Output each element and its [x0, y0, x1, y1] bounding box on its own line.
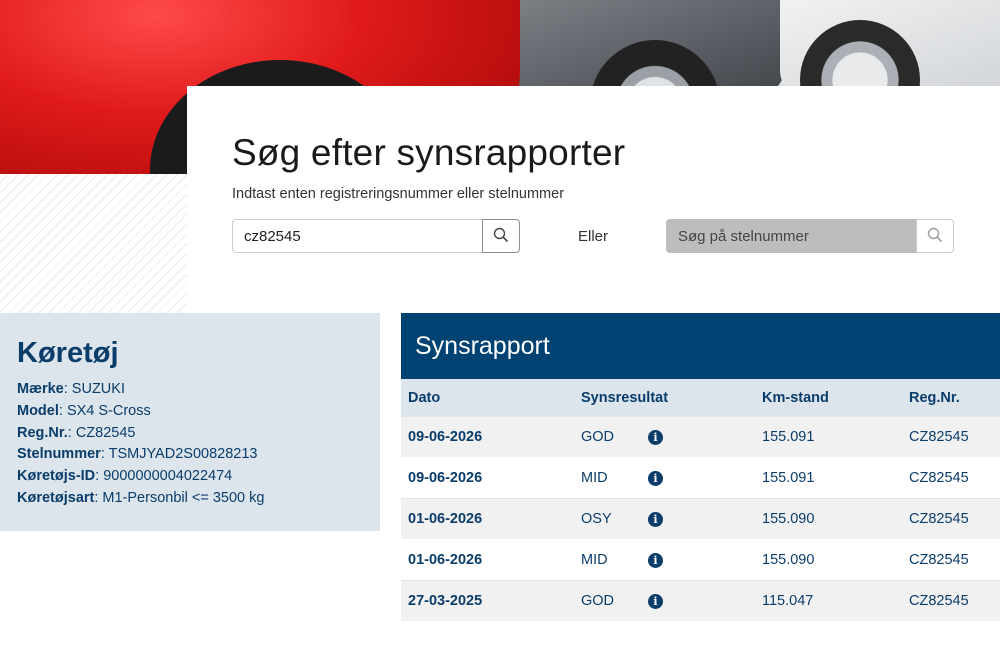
table-header-row: Dato Synsresultat Km-stand Reg.Nr.: [401, 379, 1000, 417]
result-value: MID: [581, 470, 608, 486]
cell-result: MID i: [581, 539, 762, 581]
vehicle-field-vin: Stelnummer: TSMJYAD2S00828213: [17, 444, 264, 466]
result-value: OSY: [581, 511, 612, 527]
info-icon[interactable]: i: [648, 470, 663, 486]
field-value: : 9000000004022474: [95, 468, 233, 485]
cell-reg: CZ82545: [909, 457, 1000, 499]
registration-number-input[interactable]: [232, 219, 482, 253]
table-row[interactable]: 27-03-2025 GOD i 115.047 CZ82545: [401, 580, 1000, 622]
field-label: Reg.Nr.: [17, 424, 68, 441]
report-table: Dato Synsresultat Km-stand Reg.Nr. 09-06…: [401, 379, 1000, 622]
cell-reg: CZ82545: [909, 498, 1000, 540]
search-icon: [927, 227, 943, 246]
cell-km: 155.090: [762, 539, 909, 581]
cell-km: 155.091: [762, 457, 909, 499]
table-row[interactable]: 01-06-2026 MID i 155.090 CZ82545: [401, 539, 1000, 581]
search-instructions: Indtast enten registreringsnummer eller …: [232, 186, 565, 202]
cell-km: 155.090: [762, 498, 909, 540]
or-label: Eller: [578, 228, 609, 245]
vehicle-field-make: Mærke: SUZUKI: [17, 379, 264, 401]
vin-search-button[interactable]: [916, 219, 954, 253]
column-header-km: Km-stand: [762, 379, 909, 417]
field-value: : M1-Personbil <= 3500 kg: [94, 489, 265, 506]
info-icon[interactable]: i: [648, 552, 663, 568]
cell-result: GOD i: [581, 580, 762, 622]
field-label: Model: [17, 402, 59, 419]
vehicle-panel: Køretøj Mærke: SUZUKI Model: SX4 S-Cross…: [0, 313, 380, 531]
table-row[interactable]: 01-06-2026 OSY i 155.090 CZ82545: [401, 498, 1000, 540]
cell-date: 01-06-2026: [401, 539, 581, 581]
field-label: Køretøjsart: [17, 489, 95, 506]
cell-reg: CZ82545: [909, 417, 1000, 458]
result-value: MID: [581, 552, 608, 568]
field-label: Køretøjs-ID: [17, 468, 96, 485]
result-value: GOD: [581, 429, 615, 445]
field-value: : TSMJYAD2S00828213: [100, 446, 258, 463]
vehicle-field-id: Køretøjs-ID: 9000000004022474: [17, 466, 264, 488]
report-heading: Synsrapport: [401, 313, 1000, 379]
info-icon[interactable]: i: [648, 511, 663, 527]
vehicle-heading: Køretøj: [17, 337, 119, 369]
cell-km: 155.091: [762, 417, 909, 458]
result-value: GOD: [581, 593, 615, 609]
info-icon[interactable]: i: [648, 429, 663, 445]
search-icon: [493, 227, 509, 246]
vehicle-field-model: Model: SX4 S-Cross: [17, 401, 264, 423]
table-row[interactable]: 09-06-2026 GOD i 155.091 CZ82545: [401, 417, 1000, 458]
cell-result: GOD i: [581, 417, 762, 458]
field-value: : CZ82545: [67, 424, 136, 441]
column-header-date: Dato: [401, 379, 581, 417]
cell-result: OSY i: [581, 498, 762, 540]
page-title: Søg efter synsrapporter: [232, 132, 626, 173]
search-panel: Søg efter synsrapporter Indtast enten re…: [187, 86, 1000, 313]
cell-date: 09-06-2026: [401, 457, 581, 499]
decorative-pattern: [0, 174, 187, 313]
info-icon[interactable]: i: [648, 593, 663, 609]
field-value: : SUZUKI: [63, 381, 125, 397]
field-value: : SX4 S-Cross: [58, 402, 151, 419]
cell-km: 115.047: [762, 580, 909, 622]
vin-input[interactable]: [666, 219, 916, 253]
vehicle-field-reg: Reg.Nr.: CZ82545: [17, 423, 264, 445]
report-panel: Synsrapport Dato Synsresultat Km-stand R…: [401, 313, 1000, 622]
cell-date: 27-03-2025: [401, 580, 581, 622]
registration-search-button[interactable]: [482, 219, 520, 253]
vin-search-group: [666, 219, 954, 253]
column-header-reg: Reg.Nr.: [909, 379, 1000, 417]
cell-result: MID i: [581, 457, 762, 499]
reg-search-group: [232, 219, 520, 253]
field-label: Mærke: [17, 381, 64, 397]
cell-date: 09-06-2026: [401, 417, 581, 458]
vehicle-field-type: Køretøjsart: M1-Personbil <= 3500 kg: [17, 488, 264, 510]
cell-reg: CZ82545: [909, 580, 1000, 622]
table-row[interactable]: 09-06-2026 MID i 155.091 CZ82545: [401, 457, 1000, 499]
column-header-result: Synsresultat: [581, 379, 762, 417]
cell-date: 01-06-2026: [401, 498, 581, 540]
vehicle-details: Mærke: SUZUKI Model: SX4 S-Cross Reg.Nr.…: [17, 379, 264, 510]
cell-reg: CZ82545: [909, 539, 1000, 581]
field-label: Stelnummer: [17, 446, 101, 463]
